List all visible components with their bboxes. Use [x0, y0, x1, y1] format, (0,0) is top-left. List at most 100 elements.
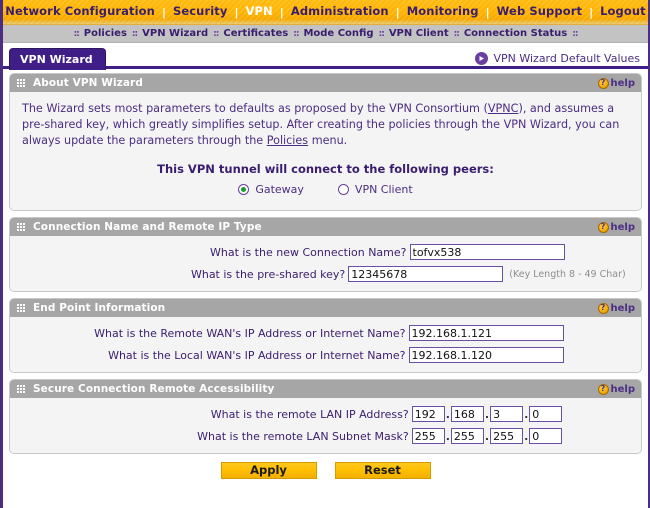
- panel-secure-connection-remote-accessibility: Secure Connection Remote Accessibility ?…: [9, 379, 642, 454]
- about-paragraph: The Wizard sets most parameters to defau…: [22, 101, 629, 149]
- link-vpnc[interactable]: VPNC: [488, 102, 519, 115]
- octet-group: ...: [411, 428, 563, 444]
- help-link-endpoint[interactable]: ? help: [597, 302, 636, 314]
- peers-radio-group: Gateway VPN Client: [22, 183, 629, 200]
- panel-title-about: About VPN Wizard: [33, 77, 143, 89]
- remote-lan-ip-octet-2-input[interactable]: [450, 406, 484, 422]
- radio-button-gateway[interactable]: [238, 184, 250, 195]
- label-local-wan: What is the Local WAN's IP Address or In…: [108, 348, 406, 362]
- nav-separator: |: [279, 5, 284, 19]
- panel-body-endpoint: What is the Remote WAN's IP Address or I…: [10, 317, 641, 372]
- nav-separator: |: [646, 7, 648, 18]
- radio-option-gateway[interactable]: Gateway: [238, 183, 304, 196]
- arrow-right-circle-icon: [475, 52, 489, 65]
- radio-option-vpn-client[interactable]: VPN Client: [337, 183, 413, 196]
- subnav-separator: ::: [572, 28, 578, 39]
- help-label: help: [610, 221, 636, 233]
- subnav-item-certificates[interactable]: Certificates: [223, 28, 288, 39]
- nav-item-security[interactable]: Security: [173, 6, 228, 18]
- nav-item-administration[interactable]: Administration: [291, 6, 389, 18]
- about-text-part1: The Wizard sets most parameters to defau…: [22, 102, 488, 115]
- apply-button[interactable]: Apply: [220, 462, 317, 479]
- help-link-about[interactable]: ? help: [597, 77, 635, 89]
- nav-separator: |: [234, 5, 239, 19]
- panel-connection-name: Connection Name and Remote IP Type ? hel…: [9, 217, 642, 292]
- nav-item-web-support[interactable]: Web Support: [497, 6, 582, 18]
- drag-handle-icon[interactable]: [17, 222, 26, 232]
- subnav-separator: ::: [131, 28, 138, 39]
- remote-lan-subnet-mask-octet-1-input[interactable]: [411, 428, 445, 444]
- local-wan-ip-input[interactable]: [408, 347, 564, 363]
- default-values-label: VPN Wizard Default Values: [493, 52, 640, 65]
- nav-item-network-configuration[interactable]: Network Configuration: [5, 6, 155, 18]
- panel-body-secure: What is the remote LAN IP Address?...Wha…: [10, 398, 641, 453]
- subnav-separator: ::: [73, 28, 80, 39]
- panel-header-about: About VPN Wizard ? help: [10, 74, 641, 92]
- help-link-secure[interactable]: ? help: [597, 383, 636, 395]
- tab-bar: VPN Wizard VPN Wizard Default Values: [3, 43, 648, 70]
- subnav-item-policies[interactable]: Policies: [84, 28, 127, 39]
- nav-item-monitoring[interactable]: Monitoring: [407, 6, 479, 18]
- preshared-key-input[interactable]: [348, 266, 504, 282]
- label-preshared-key: What is the pre-shared key?: [190, 267, 346, 281]
- radio-button-vpn-client[interactable]: [337, 184, 349, 195]
- remote-lan-subnet-mask-octet-3-input[interactable]: [490, 428, 524, 444]
- help-label: help: [610, 302, 636, 314]
- field-row-connection-name: What is the new Connection Name?: [20, 244, 631, 260]
- drag-handle-icon[interactable]: [17, 303, 26, 313]
- link-policies[interactable]: Policies: [267, 134, 308, 147]
- about-text-part3: menu.: [308, 134, 348, 147]
- field-row-local-wan: What is the Local WAN's IP Address or In…: [20, 347, 631, 363]
- radio-label: Gateway: [255, 183, 304, 196]
- nav-separator: |: [485, 5, 490, 19]
- subnav-item-mode-config[interactable]: Mode Config: [303, 28, 373, 39]
- label-remote-wan: What is the Remote WAN's IP Address or I…: [94, 326, 406, 340]
- vpn-wizard-page: | Network Configuration | Security | VPN | Admi…: [0, 0, 650, 508]
- subnav-separator: ::: [378, 28, 385, 39]
- subnav-item-connection-status[interactable]: Connection Status: [464, 28, 567, 39]
- help-link-connection[interactable]: ? help: [597, 221, 636, 233]
- main-navigation-bar: | Network Configuration | Security | VPN | Admi…: [3, 0, 648, 25]
- nav-separator: |: [161, 5, 166, 19]
- nav-separator: |: [395, 5, 400, 19]
- remote-wan-ip-input[interactable]: [408, 325, 564, 341]
- remote-lan-subnet-mask-octet-4-input[interactable]: [529, 428, 563, 444]
- preshared-key-hint: (Key Length 8 - 49 Char): [509, 268, 626, 280]
- help-label: help: [610, 383, 636, 395]
- panel-title-secure: Secure Connection Remote Accessibility: [33, 383, 275, 395]
- subnav-item-vpn-wizard[interactable]: VPN Wizard: [142, 28, 208, 39]
- remote-lan-ip-octet-4-input[interactable]: [529, 406, 563, 422]
- label-remote-lan-subnet-mask: What is the remote LAN Subnet Mask?: [197, 429, 409, 443]
- remote-lan-ip-octet-3-input[interactable]: [490, 406, 524, 422]
- panel-about-vpn-wizard: About VPN Wizard ? help The Wizard sets …: [9, 73, 642, 211]
- label-connection-name: What is the new Connection Name?: [210, 245, 407, 259]
- drag-handle-icon[interactable]: [17, 384, 26, 394]
- drag-handle-icon[interactable]: [17, 78, 26, 88]
- nav-item-logout[interactable]: Logout: [600, 6, 646, 18]
- panel-header-secure: Secure Connection Remote Accessibility ?…: [10, 380, 641, 398]
- sub-navigation-bar: :: Policies:: VPN Wizard:: Certificates:: Mo…: [3, 25, 648, 43]
- peers-question-label: This VPN tunnel will connect to the foll…: [157, 162, 494, 176]
- subnav-separator: ::: [213, 28, 219, 39]
- panel-body-connection: What is the new Connection Name? What is…: [10, 236, 641, 291]
- question-mark-icon: ?: [597, 221, 609, 233]
- field-row-preshared-key: What is the pre-shared key? (Key Length …: [20, 266, 631, 282]
- connection-name-input[interactable]: [409, 244, 565, 260]
- subnav-item-vpn-client[interactable]: VPN Client: [389, 28, 449, 39]
- nav-separator: |: [589, 5, 594, 19]
- reset-button[interactable]: Reset: [334, 462, 431, 479]
- tab-vpn-wizard[interactable]: VPN Wizard: [9, 47, 106, 70]
- page-content: About VPN Wizard ? help The Wizard sets …: [3, 69, 648, 479]
- panel-title-endpoint: End Point Information: [33, 302, 166, 314]
- field-row-remote-lan-subnet-mask: What is the remote LAN Subnet Mask?...: [20, 428, 631, 444]
- subnav-separator: ::: [293, 28, 299, 39]
- question-mark-icon: ?: [597, 77, 609, 89]
- remote-lan-ip-octet-1-input[interactable]: [411, 406, 445, 422]
- nav-item-vpn[interactable]: VPN: [246, 6, 273, 18]
- radio-label: VPN Client: [354, 183, 413, 196]
- question-mark-icon: ?: [597, 383, 609, 395]
- panel-header-connection: Connection Name and Remote IP Type ? hel…: [10, 218, 641, 236]
- remote-lan-subnet-mask-octet-2-input[interactable]: [450, 428, 484, 444]
- panel-header-endpoint: End Point Information ? help: [10, 299, 641, 317]
- question-mark-icon: ?: [597, 302, 609, 314]
